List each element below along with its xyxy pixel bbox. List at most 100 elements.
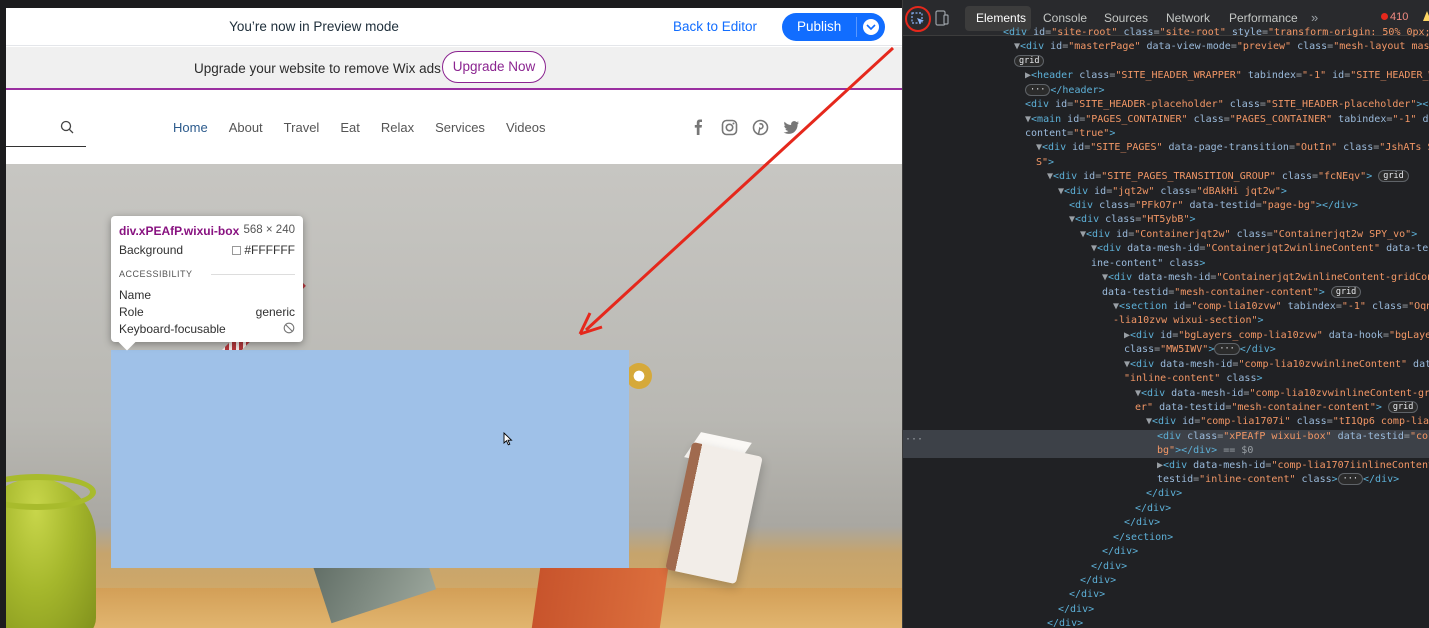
dom-node-line[interactable]: ▼<section id="comp-lia10zvw" tabindex="-… [903,300,1429,314]
tooltip-focusable-label: Keyboard-focusable [119,322,226,336]
pinterest-icon[interactable] [752,119,769,136]
dom-node-line[interactable]: S"> [903,156,1054,170]
tooltip-role-label: Role [119,305,144,319]
dom-node-line[interactable]: <div class="PFkO7r" data-testid="page-bg… [903,199,1358,213]
inspect-tooltip: div.xPEAfP.wixui-box 568 × 240 Backgroun… [111,216,303,342]
dom-node-line[interactable]: er" data-testid="mesh-container-content"… [903,400,1419,415]
publish-label: Publish [797,19,842,34]
error-icon [1381,13,1388,20]
facebook-icon[interactable] [690,119,707,136]
dom-node-line[interactable]: </div> [903,617,1083,628]
not-allowed-icon [283,322,295,337]
dom-node-line[interactable]: </div> [903,603,1094,617]
devtools-panel: Elements Console Sources Network Perform… [902,0,1429,628]
browser-viewport: You’re now in Preview mode Back to Edito… [0,0,902,628]
error-count: 410 [1390,11,1409,23]
orange-box [531,568,669,628]
preview-bar: You’re now in Preview mode Back to Edito… [6,8,902,46]
dom-node-line[interactable]: testid="inline-content" class> ··· </div> [903,473,1399,487]
tab-performance[interactable]: Performance [1229,11,1298,25]
dom-node-line[interactable]: ▼<div id="Containerjqt2w" class="Contain… [903,228,1417,242]
dom-node-line[interactable]: <div id="site-root" class="site-root" st… [903,26,1429,40]
inspected-element-highlight[interactable] [111,350,629,568]
tooltip-divider [211,274,295,275]
tab-network[interactable]: Network [1166,11,1210,25]
dom-node-line[interactable]: </div> [903,574,1116,588]
dom-node-line[interactable]: ▶<div id="bgLayers_comp-lia10zvw" data-h… [903,329,1429,343]
more-actions-icon[interactable]: ··· [905,434,923,445]
dom-node-line[interactable]: ▶<header class="SITE_HEADER_WRAPPER" tab… [903,69,1429,83]
dom-node-line[interactable]: ▼<div data-mesh-id="comp-lia10zvwinlineC… [903,387,1429,401]
site-nav: Home About Travel Eat Relax Services Videos [173,120,566,135]
dom-node-line[interactable]: ··· </header> [903,83,1105,98]
dom-node-line[interactable]: ▼<div id="SITE_PAGES" data-page-transiti… [903,141,1429,155]
publish-button[interactable]: Publish [782,13,885,41]
search-underline [6,146,86,147]
dom-node-line[interactable]: <div class="xPEAfP wixui-box" data-testi… [903,429,1429,444]
social-bar [690,119,800,136]
nav-item-services[interactable]: Services [435,120,485,135]
tooltip-background-label: Background [119,243,184,257]
dom-node-line[interactable]: ▼<div id="masterPage" data-view-mode="pr… [903,40,1429,54]
site-header: Home About Travel Eat Relax Services Videos [6,92,902,164]
dom-node-line[interactable]: grid [903,54,1045,69]
upgrade-banner: Upgrade your website to remove Wix ads U… [6,47,902,90]
screen: You’re now in Preview mode Back to Edito… [0,0,1429,628]
tab-elements[interactable]: Elements [976,11,1026,25]
tooltip-element-selector: div.xPEAfP.wixui-box [119,224,240,238]
dom-node-line[interactable]: ▼<div id="comp-lia1707i" class="tI1Qp6 c… [903,415,1429,429]
dom-node-line[interactable]: </div> [903,588,1105,602]
tooltip-background-value: #FFFFFF [244,243,295,257]
tooltip-background-value-wrap: #FFFFFF [232,243,295,257]
tooltip-accessibility-heading: ACCESSIBILITY [119,269,193,279]
dom-node-line[interactable]: ▼<div class="HT5ybB"> [903,213,1196,227]
nav-item-travel[interactable]: Travel [284,120,320,135]
dom-node-line[interactable]: </section> [903,531,1173,545]
dom-node-line[interactable]: ▼<div id="jqt2w" class="dBAkHi jqt2w"> [903,185,1287,199]
dom-node-line[interactable]: -lia10zvw wixui-section"> [903,314,1264,328]
nav-item-relax[interactable]: Relax [381,120,414,135]
instagram-icon[interactable] [721,119,738,136]
tab-console[interactable]: Console [1043,11,1087,25]
dom-node-line[interactable]: bg"></div> == $0 [903,444,1429,459]
dom-node-line[interactable]: <div id="SITE_HEADER-placeholder" class=… [903,98,1428,112]
dom-node-line[interactable]: ▼<main id="PAGES_CONTAINER" class="PAGES… [903,113,1429,127]
dom-node-line[interactable]: </div> [903,560,1127,574]
dom-node-line[interactable]: </div> [903,502,1171,516]
dom-node-line[interactable]: class="MW5IWV"> ··· </div> [903,343,1276,357]
upgrade-now-button[interactable]: Upgrade Now [442,51,546,83]
dom-node-line[interactable]: ▼<div data-mesh-id="comp-lia10zvwinlineC… [903,358,1429,372]
search-icon[interactable] [60,120,74,139]
chevron-down-icon[interactable] [863,19,879,35]
upgrade-message: Upgrade your website to remove Wix ads [194,61,441,76]
dom-node-line[interactable]: ▶<div data-mesh-id="comp-lia1707iinlineC… [903,459,1429,473]
mouse-cursor-icon [503,431,513,451]
dom-node-line[interactable]: ine-content" class> [903,257,1205,271]
tape-roll [626,363,652,389]
dom-node-line[interactable]: data-testid="mesh-container-content"> gr… [903,285,1362,300]
back-to-editor-link[interactable]: Back to Editor [673,19,757,34]
dom-node-line[interactable]: "inline-content" class> [903,372,1263,386]
dom-node-line[interactable]: ▼<div data-mesh-id="Containerjqt2winline… [903,242,1429,256]
dom-node-line[interactable]: content="true"> [903,127,1115,141]
more-tabs-button[interactable]: » [1311,10,1318,25]
nav-item-home[interactable]: Home [173,120,208,135]
tooltip-name-label: Name [119,288,152,302]
tooltip-element-size: 568 × 240 [243,224,295,236]
dom-node-line[interactable]: </div> [903,545,1138,559]
nav-item-eat[interactable]: Eat [340,120,360,135]
tab-sources[interactable]: Sources [1104,11,1148,25]
dom-node-line[interactable]: ▼<div data-mesh-id="Containerjqt2winline… [903,271,1429,285]
wood-table [6,588,902,628]
dom-node-line[interactable]: ▼<div id="SITE_PAGES_TRANSITION_GROUP" c… [903,170,1409,184]
twitter-icon[interactable] [783,119,800,136]
color-swatch [232,246,242,255]
error-counter[interactable]: 410 [1381,11,1408,23]
nav-item-videos[interactable]: Videos [506,120,546,135]
preview-mode-message: You’re now in Preview mode [229,19,399,34]
publish-divider [856,17,857,37]
warning-icon[interactable] [1423,11,1429,21]
dom-node-line[interactable]: </div> [903,516,1160,530]
nav-item-about[interactable]: About [229,120,263,135]
dom-node-line[interactable]: </div> [903,487,1182,501]
